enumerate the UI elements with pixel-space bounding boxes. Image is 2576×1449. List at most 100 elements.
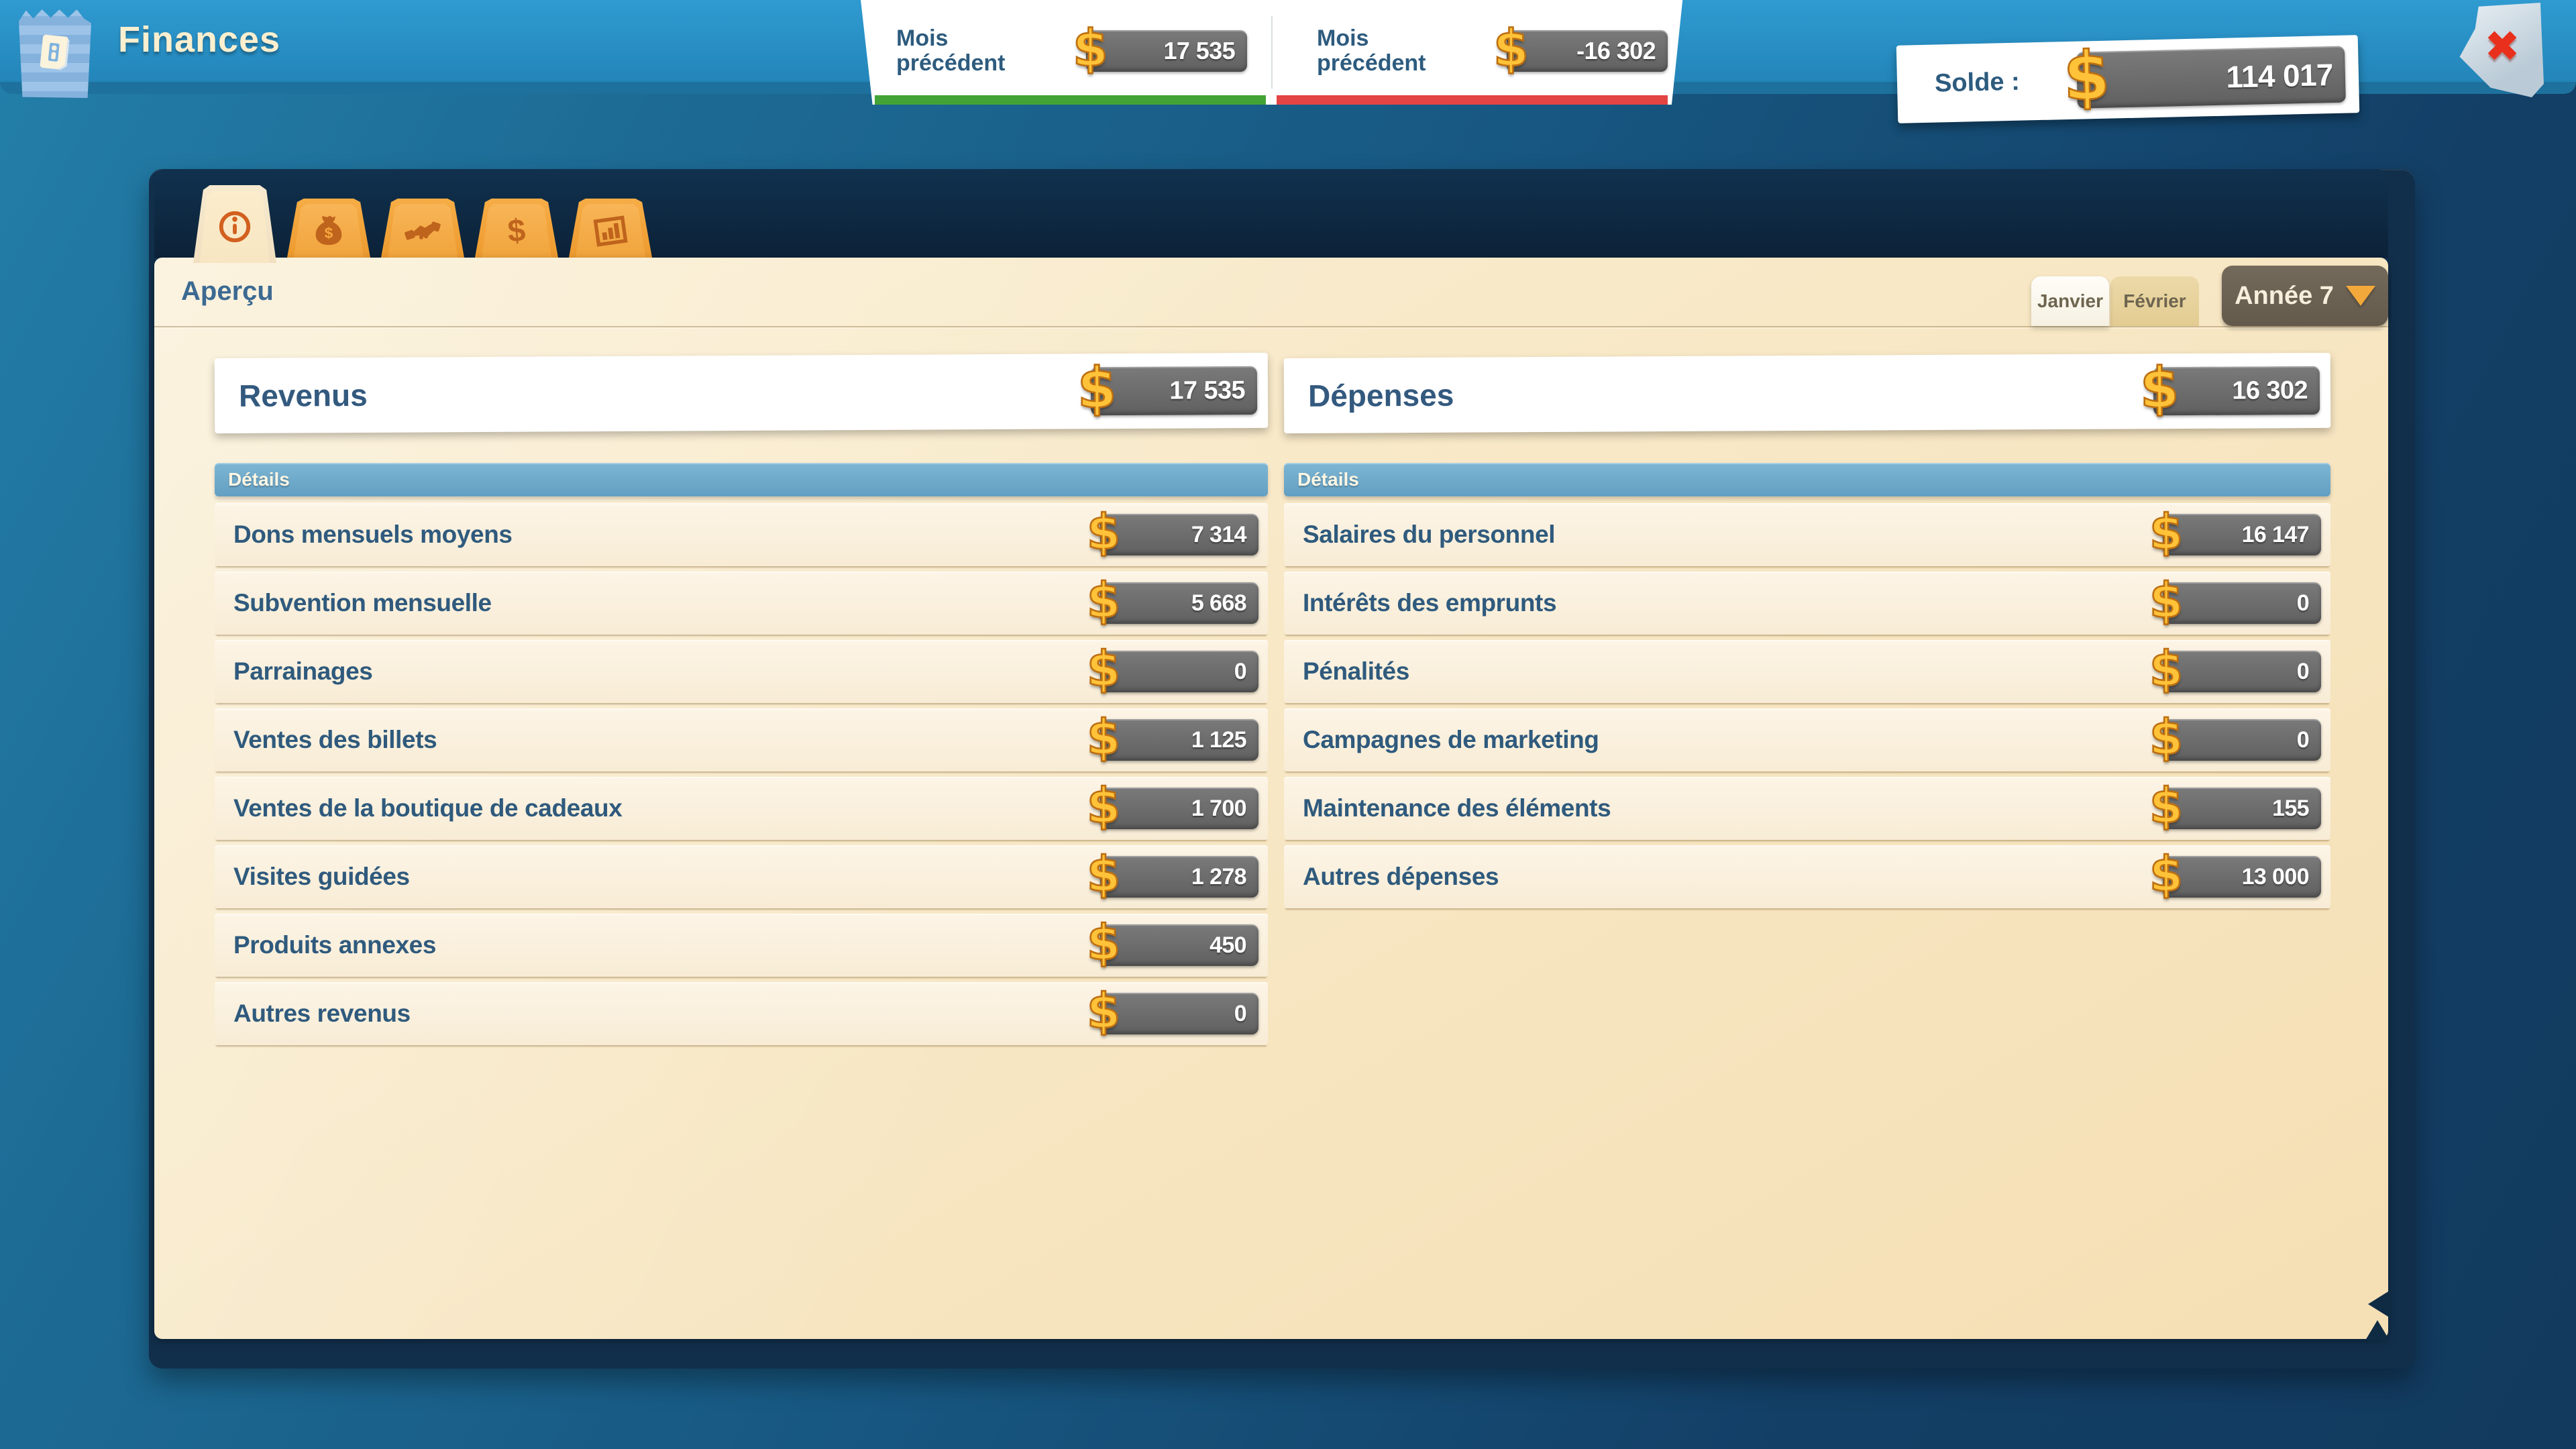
expenses-header-card: Dépenses $ 16 302 (1284, 353, 2331, 433)
row-label: Campagnes de marketing (1303, 726, 1599, 754)
income-title: Revenus (239, 377, 368, 414)
row-label: Intérêts des emprunts (1303, 589, 1556, 617)
finance-row: Subvention mensuelle $ 5 668 (215, 572, 1268, 635)
balance-banner: Solde : $ 114 017 (1896, 35, 2359, 123)
bar-chart-icon (576, 204, 645, 258)
finance-row: Autres revenus $ 0 (215, 982, 1268, 1045)
handshake-icon (388, 204, 458, 258)
tab-money[interactable]: $ (475, 199, 558, 258)
row-amount: 13 000 (2163, 856, 2321, 898)
tab-strip: $ $ (154, 169, 2388, 258)
finance-row: Autres dépenses $ 13 000 (1284, 845, 2330, 908)
row-amount: 1 700 (1100, 788, 1258, 829)
row-label: Parrainages (233, 657, 372, 686)
year-dropdown[interactable]: Année 7 (2222, 266, 2388, 326)
dollar-icon: $ (2149, 504, 2183, 560)
month-label: Janvier (2037, 290, 2103, 312)
section-title: Aperçu (181, 276, 274, 307)
dollar-icon: $ (1077, 355, 1117, 421)
finances-window: $ $ Aperçu Janvier (149, 169, 2415, 1368)
row-amount: 0 (1100, 993, 1258, 1034)
finances-ledger-icon (19, 7, 91, 98)
dollar-icon: $ (1087, 504, 1120, 560)
dollar-icon: $ (1073, 18, 1108, 78)
row-amount: 5 668 (1100, 582, 1258, 624)
row-amount: 0 (2163, 651, 2321, 692)
month-tab-fevrier[interactable]: Février (2110, 276, 2199, 326)
dollar-icon: $ (1087, 777, 1120, 834)
previous-month-summary-banner: Mois précédent $ 17 535 Mois précédent $… (851, 0, 1692, 105)
finance-row: Parrainages $ 0 (215, 640, 1268, 703)
row-label: Autres revenus (233, 1000, 411, 1028)
row-amount: 0 (1100, 651, 1258, 692)
dollar-icon: $ (1087, 572, 1120, 629)
finance-row: Maintenance des éléments $ 155 (1284, 777, 2330, 840)
finance-row: Visites guidées $ 1 278 (215, 845, 1268, 908)
expenses-details-bar: Détails (1284, 463, 2330, 496)
row-label: Autres dépenses (1303, 863, 1499, 891)
finance-row: Produits annexes $ 450 (215, 914, 1268, 977)
ledger-book-icon (31, 28, 79, 76)
expense-trend-bar (1277, 95, 1668, 105)
prev-month-income-value: 17 535 (1086, 30, 1247, 72)
money-badge: $ 0 (2163, 719, 2321, 761)
expenses-column: Dépenses $ 16 302 Détails Salaires du pe… (1284, 356, 2330, 914)
row-label: Dons mensuels moyens (233, 521, 513, 549)
month-tab-janvier[interactable]: Janvier (2031, 276, 2109, 326)
money-badge: $ 1 125 (1100, 719, 1258, 761)
row-label: Subvention mensuelle (233, 589, 492, 617)
balance-value: 114 017 (2076, 46, 2346, 109)
finance-row: Ventes de la boutique de cadeaux $ 1 700 (215, 777, 1268, 840)
tab-sponsorships[interactable] (381, 199, 464, 258)
svg-text:$: $ (506, 213, 527, 249)
screen: Finances Mois précédent $ 17 535 Mois pr… (0, 0, 2576, 1449)
tab-donations[interactable]: $ (287, 199, 370, 258)
row-amount: 1 125 (1100, 719, 1258, 761)
tab-charts[interactable] (569, 199, 652, 258)
prev-month-expense-value: -16 302 (1507, 30, 1668, 72)
money-bag-icon: $ (294, 204, 364, 258)
row-label: Ventes des billets (233, 726, 437, 754)
money-badge: $ 114 017 (2076, 46, 2346, 109)
money-badge: $ 0 (2163, 651, 2321, 692)
row-label: Ventes de la boutique de cadeaux (233, 794, 622, 822)
expenses-rows: Salaires du personnel $ 16 147 Intérêts … (1284, 503, 2330, 908)
row-label: Maintenance des éléments (1303, 794, 1611, 822)
money-badge: $ 1 700 (1100, 788, 1258, 829)
dollar-icon: $ (2149, 777, 2183, 834)
dollar-tab-icon: $ (482, 204, 551, 258)
income-trend-bar (875, 95, 1266, 105)
dollar-icon: $ (1087, 709, 1120, 765)
money-badge: $ 16 147 (2163, 514, 2321, 555)
money-badge: $ 17 535 (1086, 30, 1247, 72)
row-amount: 0 (2163, 719, 2321, 761)
finance-row: Salaires du personnel $ 16 147 (1284, 503, 2330, 566)
header-rule (154, 326, 2388, 327)
dollar-icon: $ (2063, 36, 2111, 116)
dollar-icon: $ (1087, 641, 1120, 697)
dollar-icon: $ (2149, 641, 2183, 697)
overview-sheet: Aperçu Janvier Février Année 7 Revenus $… (154, 258, 2388, 1339)
row-amount: 0 (2163, 582, 2321, 624)
income-column: Revenus $ 17 535 Détails Dons mensuels m… (215, 356, 1268, 1051)
chevron-down-icon (2346, 286, 2375, 306)
balance-label: Solde : (1935, 67, 2021, 98)
tab-overview[interactable] (193, 185, 276, 263)
money-badge: $ 155 (2163, 788, 2321, 829)
money-badge: $ 7 314 (1100, 514, 1258, 555)
money-badge: $ 0 (1100, 993, 1258, 1034)
month-label: Février (2123, 290, 2186, 312)
row-amount: 450 (1100, 924, 1258, 966)
dollar-icon: $ (1087, 846, 1120, 902)
row-label: Salaires du personnel (1303, 521, 1555, 549)
prev-month-expense: Mois précédent $ -16 302 (1271, 0, 1692, 94)
banner-divider (1271, 16, 1273, 89)
money-badge: $ 0 (1100, 651, 1258, 692)
row-label: Pénalités (1303, 657, 1409, 686)
dollar-icon: $ (2149, 846, 2183, 902)
finance-row: Dons mensuels moyens $ 7 314 (215, 503, 1268, 566)
row-amount: 1 278 (1100, 856, 1258, 898)
page-title: Finances (118, 19, 280, 60)
finance-row: Pénalités $ 0 (1284, 640, 2330, 703)
money-badge: $ 450 (1100, 924, 1258, 966)
